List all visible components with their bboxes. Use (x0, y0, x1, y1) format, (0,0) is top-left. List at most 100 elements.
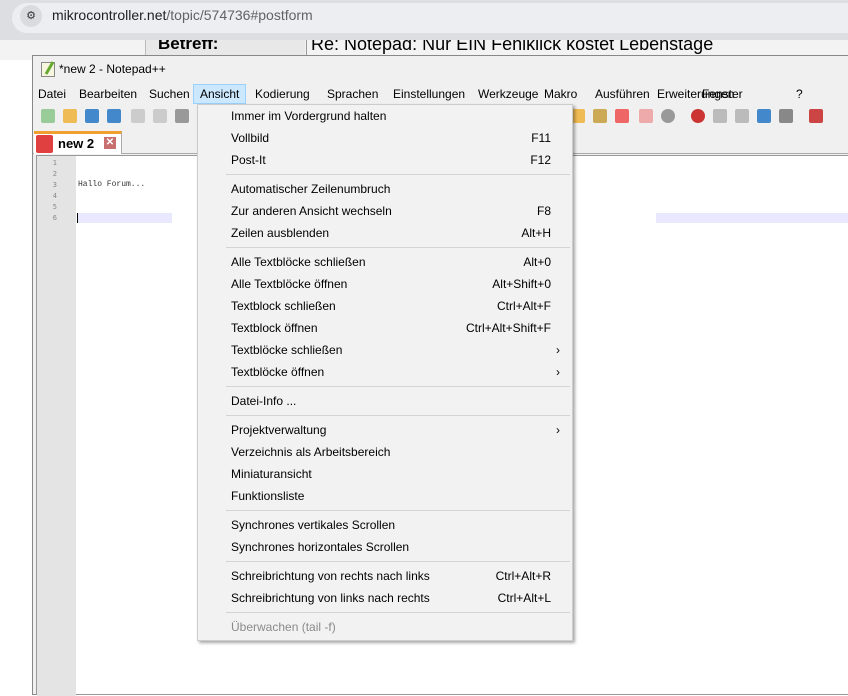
menu-item-label: Synchrones horizontales Scrollen (231, 540, 410, 554)
line-number: 2 (52, 170, 57, 178)
menu-separator (198, 609, 572, 616)
toolbar-button-icon[interactable] (779, 109, 793, 123)
menu-item-label: Textblöcke öffnen (231, 365, 325, 379)
menu-item-label: Projektverwaltung (231, 423, 327, 437)
line-number-gutter (37, 156, 76, 696)
toolbar-button-icon[interactable] (41, 109, 55, 123)
menu-item-shortcut: Ctrl+Alt+L (497, 591, 551, 605)
menu-item-alle-textblöcke-öffnen[interactable]: Alle Textblöcke öffnen Alt+Shift+0 (198, 273, 572, 295)
menu-item-shortcut: Ctrl+Alt+Shift+F (465, 321, 551, 335)
menu-item-überwachen-tail-f: Überwachen (tail -f) (198, 616, 572, 638)
toolbar-button-icon[interactable] (175, 109, 189, 123)
line-number: 3 (52, 181, 57, 189)
menu-datei[interactable]: Datei (32, 84, 72, 104)
toolbar-button-icon[interactable] (713, 109, 727, 123)
menu-item-miniaturansicht[interactable]: Miniaturansicht (198, 463, 572, 485)
menu-item-label: Miniaturansicht (231, 467, 312, 481)
toolbar-button-icon[interactable] (85, 109, 99, 123)
line-number: 5 (52, 203, 57, 211)
current-line-highlight (77, 213, 172, 223)
menu-suchen[interactable]: Suchen (143, 84, 196, 104)
menu-bar: Datei Bearbeiten Suchen Ansicht Kodierung Spr… (33, 84, 848, 104)
menu-item-shortcut: Ctrl+Alt+F (496, 299, 551, 313)
menu-item-label: Funktionsliste (231, 489, 305, 503)
menu-separator (198, 558, 572, 565)
menu-item-label: Alle Textblöcke schließen (231, 255, 366, 269)
toolbar-button-icon[interactable] (661, 109, 675, 123)
notepad-app-icon (41, 62, 55, 78)
toolbar-button-icon[interactable] (153, 109, 167, 123)
toolbar-button-icon[interactable] (639, 109, 653, 123)
menu-sprachen[interactable]: Sprachen (321, 84, 384, 104)
title-bar: *new 2 - Notepad++ (41, 62, 166, 78)
code-line: Hallo Forum... (78, 180, 146, 189)
menu-item-textblock-öffnen[interactable]: Textblock öffnen Ctrl+Alt+Shift+F (198, 317, 572, 339)
menu-item-zur-anderen-ansicht-wechseln[interactable]: Zur anderen Ansicht wechseln F8 (198, 200, 572, 222)
menu-item-label: Textblock öffnen (231, 321, 318, 335)
menu-item-alle-textblöcke-schließen[interactable]: Alle Textblöcke schließen Alt+0 (198, 251, 572, 273)
menu-item-label: Zeilen ausblenden (231, 226, 330, 240)
line-number: 1 (52, 159, 57, 167)
menu-item-verzeichnis-als-arbeitsbereich[interactable]: Verzeichnis als Arbeitsbereich (198, 441, 572, 463)
toolbar-button-icon[interactable] (757, 109, 771, 123)
menu-item-datei-info[interactable]: Datei-Info ... (198, 390, 572, 412)
menu-fenster[interactable]: Fenster (696, 84, 749, 104)
menu-kodierung[interactable]: Kodierung (249, 84, 316, 104)
menu-item-shortcut: F12 (530, 153, 551, 167)
toolbar-button-icon[interactable] (107, 109, 121, 123)
toolbar-button-icon[interactable] (615, 109, 629, 123)
menu-item-label: Immer im Vordergrund halten (231, 109, 387, 123)
menu-item-label: Verzeichnis als Arbeitsbereich (231, 445, 391, 459)
menu-item-textblock-schließen[interactable]: Textblock schließen Ctrl+Alt+F (198, 295, 572, 317)
menu-item-synchrones-vertikales-scrollen[interactable]: Synchrones vertikales Scrollen (198, 514, 572, 536)
url-host: mikrocontroller.net (52, 7, 167, 23)
menu-separator (198, 244, 572, 251)
menu-item-textblöcke-öffnen[interactable]: Textblöcke öffnen › (198, 361, 572, 383)
line-number: 6 (52, 214, 57, 222)
toolbar-button-icon[interactable] (809, 109, 823, 123)
submenu-arrow-icon: › (556, 423, 560, 437)
menu-item-post-it[interactable]: Post-It F12 (198, 149, 572, 171)
menu-item-shortcut: Alt+0 (523, 255, 551, 269)
menu-item-label: Schreibrichtung von rechts nach links (231, 569, 430, 583)
menu-item-label: Schreibrichtung von links nach rechts (231, 591, 430, 605)
menu-separator (198, 412, 572, 419)
menu-item-projektverwaltung[interactable]: Projektverwaltung › (198, 419, 572, 441)
menu-makro[interactable]: Makro (538, 84, 583, 104)
menu-item-automatischer-zeilenumbruch[interactable]: Automatischer Zeilenumbruch (198, 178, 572, 200)
menu-separator (198, 171, 572, 178)
ansicht-menu: Immer im Vordergrund halten Vollbild F11 Po… (197, 104, 573, 641)
menu-item-schreibrichtung-von-rechts-nach-links[interactable]: Schreibrichtung von rechts nach links Ctr… (198, 565, 572, 587)
close-tab-icon[interactable]: ✕ (104, 137, 116, 149)
menu-item-synchrones-horizontales-scrollen[interactable]: Synchrones horizontales Scrollen (198, 536, 572, 558)
menu-item-immer-im-vordergrund-halten[interactable]: Immer im Vordergrund halten (198, 105, 572, 127)
menu-item-textblöcke-schließen[interactable]: Textblöcke schließen › (198, 339, 572, 361)
menu-item-label: Automatischer Zeilenumbruch (231, 182, 391, 196)
menu-einstellungen[interactable]: Einstellungen (387, 84, 471, 104)
toolbar-button-icon[interactable] (593, 109, 607, 123)
menu-ansicht[interactable]: Ansicht (193, 84, 247, 104)
menu-item-zeilen-ausblenden[interactable]: Zeilen ausblenden Alt+H (198, 222, 572, 244)
toolbar-button-icon[interactable] (691, 109, 705, 123)
menu-[interactable]: ? (790, 84, 809, 104)
line-number: 4 (52, 192, 57, 200)
site-settings-icon[interactable]: ⚙ (20, 5, 42, 27)
menu-ausführen[interactable]: Ausführen (589, 84, 656, 104)
toolbar-button-icon[interactable] (131, 109, 145, 123)
unsaved-icon (36, 135, 53, 153)
menu-item-funktionsliste[interactable]: Funktionsliste (198, 485, 572, 507)
menu-bearbeiten[interactable]: Bearbeiten (73, 84, 143, 104)
menu-item-label: Alle Textblöcke öffnen (231, 277, 348, 291)
menu-item-vollbild[interactable]: Vollbild F11 (198, 127, 572, 149)
menu-werkzeuge[interactable]: Werkzeuge (472, 84, 544, 104)
submenu-arrow-icon: › (556, 343, 560, 357)
menu-item-schreibrichtung-von-links-nach-rechts[interactable]: Schreibrichtung von links nach rechts Ctr… (198, 587, 572, 609)
url-text[interactable]: mikrocontroller.net/topic/574736#postfor… (52, 7, 313, 23)
menu-item-label: Zur anderen Ansicht wechseln (231, 204, 392, 218)
toolbar-button-icon[interactable] (571, 109, 585, 123)
menu-item-label: Datei-Info ... (231, 394, 297, 408)
toolbar-button-icon[interactable] (735, 109, 749, 123)
tab-new-2[interactable]: new 2 ✕ (34, 131, 122, 154)
menu-separator (198, 507, 572, 514)
toolbar-button-icon[interactable] (63, 109, 77, 123)
